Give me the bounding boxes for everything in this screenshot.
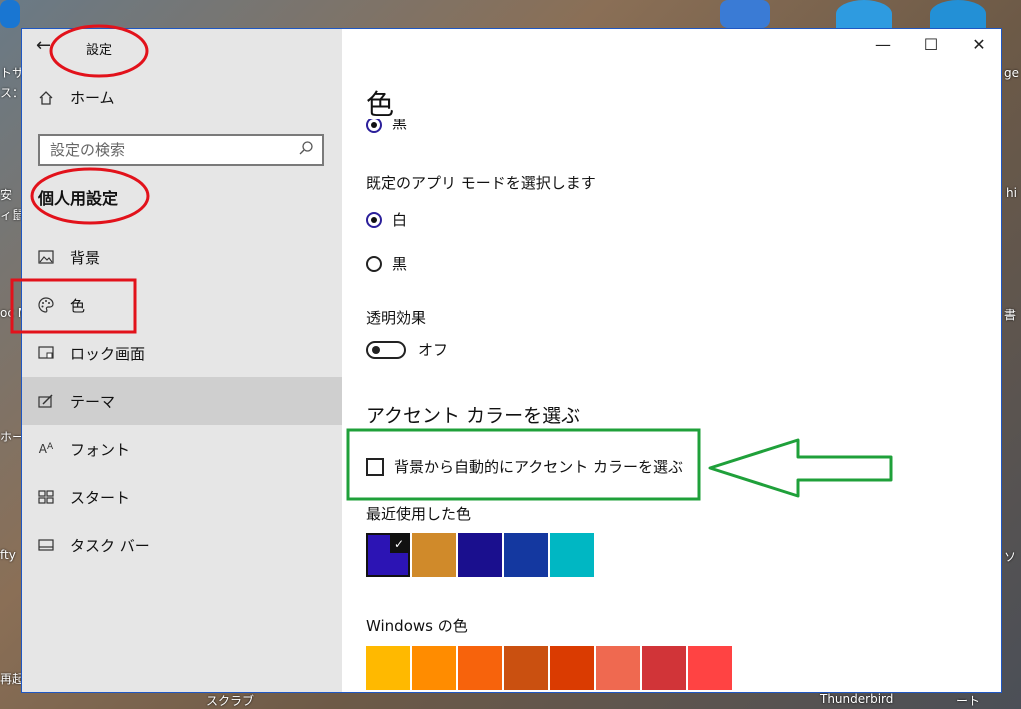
color-swatch[interactable] <box>458 533 502 577</box>
desktop-icon-2[interactable] <box>720 0 770 28</box>
color-swatch[interactable] <box>642 646 686 690</box>
desktop-icon-1[interactable] <box>0 0 20 28</box>
sidebar-item-label: タスク バー <box>70 536 150 555</box>
lock-screen-icon <box>36 346 56 360</box>
desktop-label: ソ <box>1004 550 1017 564</box>
back-arrow-icon[interactable]: ← <box>36 35 51 56</box>
main-content: — ☐ ✕ 色 黒 既定のアプリ モードを選択します 白 黒 透明効果 オフ ア… <box>342 29 1001 692</box>
radio-button[interactable] <box>366 119 382 133</box>
close-button[interactable]: ✕ <box>964 35 994 54</box>
color-swatch[interactable] <box>596 646 640 690</box>
sidebar-item-lock-screen[interactable]: ロック画面 <box>22 329 342 377</box>
desktop-label: 書 <box>1004 308 1017 322</box>
radio-button[interactable] <box>366 211 382 228</box>
app-mode-option-dark[interactable]: 黒 <box>366 253 407 274</box>
sidebar-item-label: 色 <box>70 296 86 315</box>
image-icon <box>36 250 56 264</box>
sidebar-item-start[interactable]: スタート <box>22 473 342 521</box>
app-mode-option-light[interactable]: 白 <box>366 209 407 230</box>
sidebar-item-label: 背景 <box>70 248 101 267</box>
partial-radio-option[interactable]: 黒 <box>366 119 407 133</box>
auto-accent-checkbox[interactable] <box>366 457 384 476</box>
windows-colors-row <box>366 646 732 690</box>
search-box[interactable] <box>38 134 324 166</box>
color-swatch[interactable] <box>366 646 410 690</box>
start-icon <box>36 490 56 504</box>
color-swatch[interactable]: ✓ <box>366 533 410 577</box>
section-title: 個人用設定 <box>38 189 119 208</box>
desktop-label: ge <box>1004 66 1019 80</box>
checkbox-label: 背景から自動的にアクセント カラーを選ぶ <box>394 458 684 476</box>
app-mode-label: 既定のアプリ モードを選択します <box>366 174 596 192</box>
color-swatch[interactable] <box>458 646 502 690</box>
color-swatch[interactable] <box>504 533 548 577</box>
sidebar-item-label: ロック画面 <box>70 344 146 363</box>
sidebar-item-background[interactable]: 背景 <box>22 233 342 281</box>
desktop-label: Thunderbird <box>820 692 894 706</box>
auto-accent-row[interactable]: 背景から自動的にアクセント カラーを選ぶ <box>366 456 683 477</box>
radio-label: 黒 <box>392 255 408 273</box>
windows-colors-label: Windows の色 <box>366 617 468 635</box>
theme-icon <box>36 394 56 408</box>
color-swatch[interactable] <box>550 533 594 577</box>
sidebar-item-fonts[interactable]: AA フォント <box>22 425 342 473</box>
sidebar-home-label: ホーム <box>70 89 115 107</box>
font-icon: AA <box>38 442 54 456</box>
color-swatch[interactable] <box>550 646 594 690</box>
radio-label: 白 <box>392 211 408 229</box>
maximize-button[interactable]: ☐ <box>916 35 946 54</box>
transparency-toggle[interactable] <box>366 340 406 359</box>
sidebar-item-label: テーマ <box>70 392 116 411</box>
checkmark-icon: ✓ <box>390 535 408 553</box>
sidebar-item-colors[interactable]: 色 <box>22 281 342 329</box>
sidebar-nav: 背景 色 ロック画面 テーマ AA フォント スタート タスク バー <box>22 233 342 569</box>
color-swatch[interactable] <box>688 646 732 690</box>
sidebar-item-taskbar[interactable]: タスク バー <box>22 521 342 569</box>
minimize-button[interactable]: — <box>868 35 898 54</box>
transparency-row: オフ <box>366 339 448 360</box>
window-title: 設定 <box>86 43 113 58</box>
desktop-icon-4[interactable] <box>930 0 986 28</box>
search-icon[interactable] <box>298 140 314 160</box>
radio-button[interactable] <box>366 255 382 272</box>
transparency-label: 透明効果 <box>366 309 427 327</box>
sidebar-item-home[interactable]: ホーム <box>36 87 115 108</box>
color-swatch[interactable] <box>412 533 456 577</box>
desktop-label: hi <box>1006 186 1017 200</box>
sidebar-item-themes[interactable]: テーマ <box>22 377 342 425</box>
page-title: 色 <box>366 88 395 121</box>
desktop-icon-3[interactable] <box>836 0 892 28</box>
taskbar-icon <box>36 539 56 551</box>
home-icon <box>36 90 56 106</box>
recent-colors-row: ✓ <box>366 533 594 577</box>
recent-colors-label: 最近使用した色 <box>366 505 472 523</box>
sidebar-item-label: フォント <box>70 440 131 459</box>
color-swatch[interactable] <box>412 646 456 690</box>
toggle-state: オフ <box>418 341 449 359</box>
sidebar: ← 設定 ホーム 個人用設定 背景 色 <box>22 29 342 692</box>
desktop-label: 安 <box>0 188 13 202</box>
settings-window: ← 設定 ホーム 個人用設定 背景 色 <box>21 28 1002 693</box>
search-input[interactable] <box>48 140 298 160</box>
accent-heading: アクセント カラーを選ぶ <box>366 405 581 427</box>
desktop-label: fty <box>0 548 16 562</box>
radio-label: 黒 <box>392 119 408 132</box>
color-swatch[interactable] <box>504 646 548 690</box>
desktop-label: スクラブ <box>206 694 255 708</box>
desktop-label: ート <box>956 694 981 708</box>
palette-icon <box>36 297 56 313</box>
sidebar-item-label: スタート <box>70 488 131 507</box>
